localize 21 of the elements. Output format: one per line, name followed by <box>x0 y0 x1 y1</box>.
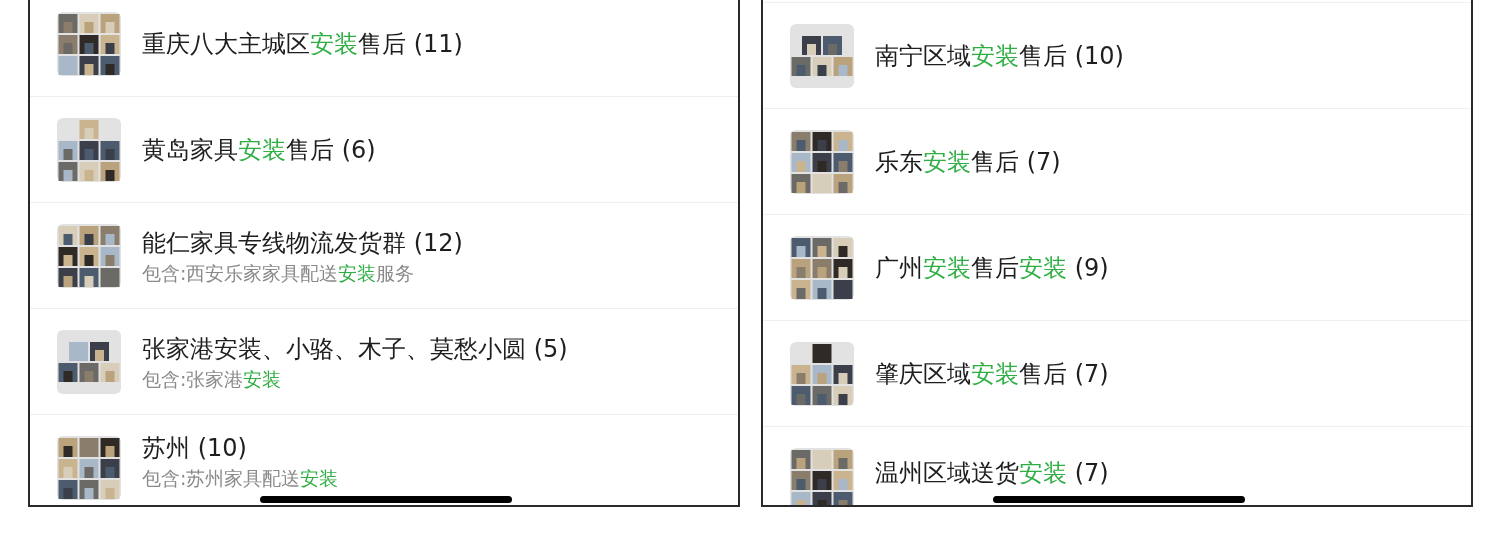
group-row[interactable]: 南宁区域安装售后 (10) <box>763 3 1471 109</box>
group-name: 重庆八大主城区安装售后 (11) <box>142 28 463 60</box>
group-name: 乐东安装售后 (7) <box>875 146 1061 178</box>
group-name: 肇庆区域安装售后 (7) <box>875 358 1109 390</box>
group-name: 温州区域送货安装 (7) <box>875 457 1109 489</box>
group-row[interactable]: 黄岛家具安装售后 (6) <box>30 97 738 203</box>
group-row[interactable]: 张家港安装、小骆、木子、莫愁小圆 (5) 包含:张家港安装 <box>30 309 738 415</box>
group-name: 南宁区域安装售后 (10) <box>875 40 1124 72</box>
match-note: 包含:张家港安装 <box>142 366 283 391</box>
group-row[interactable]: 重庆八大主城区安装售后 (11) <box>30 0 738 97</box>
group-row[interactable]: 乐东安装售后 (7) <box>763 109 1471 215</box>
group-row[interactable]: 肇庆区域安装售后 (7) <box>763 321 1471 427</box>
group-row[interactable]: 能仁家具专线物流发货群 (12) 包含:西安乐家家具配送安装服务 <box>30 203 738 309</box>
group-name: 黄岛家具安装售后 (6) <box>142 134 376 166</box>
group-name: 能仁家具专线物流发货群 (12) <box>142 227 463 259</box>
group-row[interactable]: 广州安装售后安装 (9) <box>763 215 1471 321</box>
group-name: 广州安装售后安装 (9) <box>875 252 1109 284</box>
group-name: 苏州 (10) <box>142 432 248 464</box>
match-note: 包含:西安乐家家具配送安装服务 <box>142 260 416 285</box>
group-name: 张家港安装、小骆、木子、莫愁小圆 (5) <box>142 333 568 365</box>
match-note: 包含:苏州家具配送安装 <box>142 465 339 490</box>
